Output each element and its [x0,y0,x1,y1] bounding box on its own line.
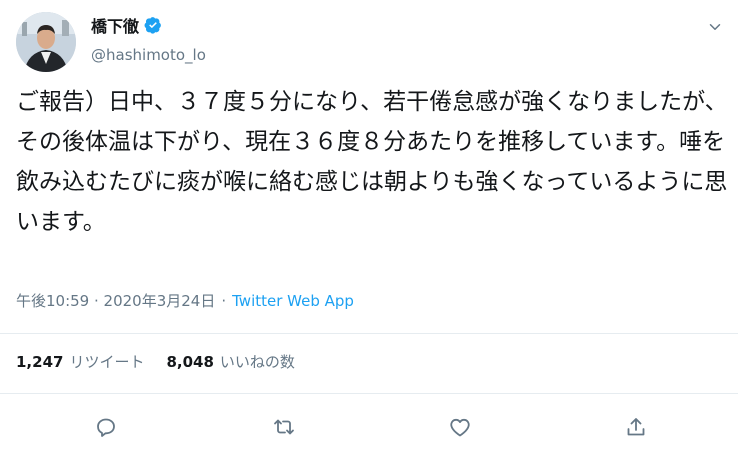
retweets-label: リツイート [69,353,145,371]
verified-badge-icon [144,16,162,34]
handle[interactable]: @hashimoto_lo [91,46,206,64]
name-row: 橋下徹 [91,14,206,36]
likes-stat[interactable]: 8,048 いいねの数 [166,351,294,372]
likes-count: 8,048 [166,352,214,371]
reply-button[interactable] [92,413,120,441]
action-bar [0,407,738,447]
display-name[interactable]: 橋下徹 [91,13,139,37]
divider [0,393,738,394]
likes-label: いいねの数 [219,353,295,371]
share-button[interactable] [622,413,650,441]
share-icon [627,418,645,436]
retweet-icon [274,419,294,435]
author-block: 橋下徹 @hashimoto_lo [91,14,206,64]
engagement-stats: 1,247 リツイート 8,048 いいねの数 [16,351,317,372]
tweet-meta: 午後10:59 · 2020年3月24日 · Twitter Web App [16,290,354,311]
avatar[interactable] [16,12,76,72]
source-link[interactable]: Twitter Web App [232,292,354,310]
timestamp[interactable]: 午後10:59 · 2020年3月24日 [16,290,215,311]
tweet-text: ご報告）日中、３７度５分になり、若干倦怠感が強くなりましたが、その後体温は下がり… [16,89,728,235]
retweets-stat[interactable]: 1,247 リツイート [16,351,144,372]
tweet-card: 橋下徹 @hashimoto_lo ご報告）日中、３７度５分になり、若干倦怠感が… [0,0,738,453]
retweet-button[interactable] [270,413,298,441]
avatar-photo [16,12,76,72]
like-icon [450,418,470,437]
chevron-down-icon[interactable] [706,18,724,36]
reply-icon [97,418,115,437]
meta-separator: · [221,291,227,310]
retweets-count: 1,247 [16,352,64,371]
like-button[interactable] [446,413,474,441]
divider [0,333,738,334]
